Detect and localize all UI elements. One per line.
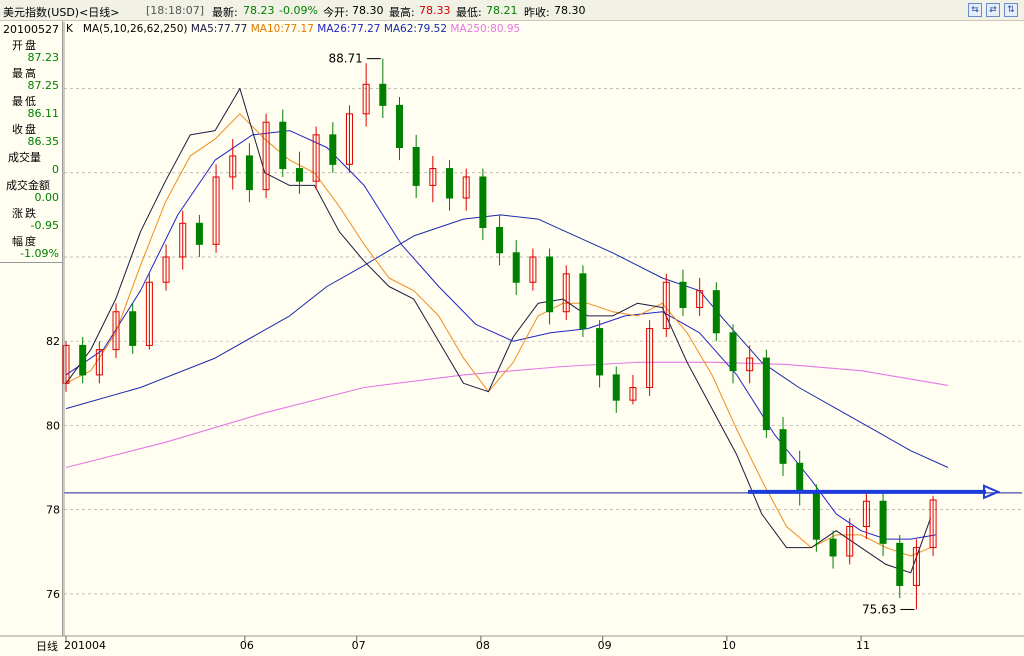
ma5-legend: MA5:77.77 bbox=[190, 23, 248, 35]
candle-body-down bbox=[496, 227, 504, 254]
x-tick-label: 201004 bbox=[64, 639, 106, 652]
candle-body-down bbox=[412, 146, 420, 186]
x-tick-label: 09 bbox=[598, 639, 612, 652]
max-annotation-label: 88.71 bbox=[328, 52, 362, 66]
y-tick-label: 82 bbox=[46, 335, 60, 348]
ma26-legend: MA26:77.27 bbox=[317, 23, 381, 35]
candle-body-down bbox=[829, 538, 837, 557]
candle-body-down bbox=[879, 500, 887, 544]
y-tick-label: 76 bbox=[46, 588, 60, 601]
candle-body-down bbox=[379, 83, 387, 106]
candle-body-down bbox=[612, 374, 620, 401]
ma250-legend: MA250:80.95 bbox=[450, 23, 521, 35]
candle-body-down bbox=[195, 222, 203, 245]
candle-body-down bbox=[579, 273, 587, 330]
y-tick-label: 80 bbox=[46, 419, 60, 432]
y-tick-label: 78 bbox=[46, 504, 60, 517]
period-label[interactable]: 日线 bbox=[36, 638, 58, 654]
x-tick-label: 06 bbox=[240, 639, 254, 652]
min-annotation-label: 75.63 bbox=[862, 602, 896, 616]
x-tick-label: 10 bbox=[722, 639, 736, 652]
ma-legend-params: MA(5,10,26,62,250) bbox=[82, 23, 188, 35]
ma62-legend: MA62:79.52 bbox=[383, 23, 448, 35]
candle-body-down bbox=[729, 332, 737, 372]
chart-axes: 76 78 80 82 201004 06 07 08 09 10 11 bbox=[0, 22, 1024, 652]
candle-body-down bbox=[796, 462, 804, 494]
ma10-legend: MA10:77.17 bbox=[250, 23, 314, 35]
trend-arrow-head bbox=[983, 484, 1001, 500]
candle-body-down bbox=[245, 155, 253, 191]
candle-body-down bbox=[779, 429, 787, 464]
candlestick-series bbox=[62, 58, 937, 610]
candle-body-down bbox=[712, 290, 720, 334]
ma250-line bbox=[65, 361, 949, 469]
ma26-line bbox=[65, 130, 936, 540]
candle-body-down bbox=[896, 542, 904, 586]
ma5-line bbox=[65, 88, 932, 574]
candle-body-down bbox=[512, 252, 520, 283]
chart-gridlines bbox=[64, 88, 1022, 595]
candle-body-down bbox=[446, 168, 454, 199]
candlestick-chart[interactable]: 88.71 75.63 76 78 80 82 201004 06 07 08 09 10 11 bbox=[0, 0, 1024, 656]
candle-body-down bbox=[129, 311, 137, 346]
candle-body-down bbox=[812, 492, 820, 540]
candle-body-down bbox=[295, 168, 303, 182]
ma-legend-k: K bbox=[66, 23, 73, 35]
candle-body-down bbox=[479, 176, 487, 229]
candle-body-down bbox=[679, 281, 687, 309]
candle-body-down bbox=[762, 357, 770, 431]
candle-body-down bbox=[279, 121, 287, 170]
x-tick-label: 11 bbox=[856, 639, 870, 652]
x-tick-label: 07 bbox=[352, 639, 366, 652]
x-tick-label: 08 bbox=[476, 639, 490, 652]
candle-body-down bbox=[79, 344, 87, 376]
ma-legend: K MA(5,10,26,62,250) MA5:77.77 MA10:77.1… bbox=[66, 23, 520, 35]
candle-body-down bbox=[329, 134, 337, 165]
candle-body-down bbox=[596, 328, 604, 376]
candle-body-down bbox=[395, 104, 403, 148]
candle-body-down bbox=[546, 256, 554, 313]
